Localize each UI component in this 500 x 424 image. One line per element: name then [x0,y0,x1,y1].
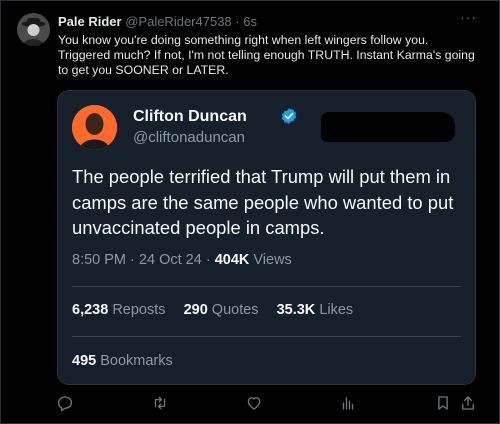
reposts-stat[interactable]: 6,238 Reposts [72,302,170,318]
bookmarks-stat[interactable]: 495 Bookmarks [72,353,173,369]
quoted-display-name[interactable]: Clifton Duncan [133,108,247,126]
share-icon[interactable] [459,394,477,412]
avatar[interactable] [17,13,50,46]
post-header: Pale Rider @PaleRider47538 · 6s [58,14,257,29]
separator-dot: · [235,14,240,29]
quoted-date[interactable]: 24 Oct 24 [139,252,202,268]
redaction-mark [321,112,455,142]
quoted-avatar[interactable] [72,105,117,150]
quotes-label: Quotes [211,302,259,318]
bookmarks-label: Bookmarks [100,353,173,369]
likes-label: Likes [319,302,354,318]
quoted-time[interactable]: 8:50 PM [72,252,126,268]
views-chart-icon[interactable] [339,394,357,412]
post-timestamp[interactable]: 6s [243,14,257,29]
user-handle[interactable]: @PaleRider47538 [125,14,231,29]
quotes-stat[interactable]: 290 Quotes [184,302,263,318]
views-count: 404K [214,252,250,268]
engagement-stats: 6,238 Reposts 290 Quotes 35.3K Likes [72,302,367,318]
separator-dot: · [130,252,135,268]
divider [72,336,461,337]
repost-icon[interactable] [151,394,169,412]
reply-icon[interactable] [56,394,74,412]
reposts-label: Reposts [112,302,166,318]
quoted-post-text: The people terrified that Trump will put… [72,166,454,238]
more-options-icon[interactable]: ··· [460,9,477,25]
bookmark-icon[interactable] [434,394,452,412]
heart-icon[interactable] [245,394,263,412]
quotes-count: 290 [183,302,208,318]
bookmarks-count: 495 [72,353,97,369]
quoted-post-meta: 8:50 PM · 24 Oct 24 · 404K Views [72,252,292,268]
quoted-post-card[interactable]: Clifton Duncan @cliftonaduncan The peopl… [57,90,476,385]
quoted-user-handle[interactable]: @cliftonaduncan [133,129,245,146]
views-label: Views [253,252,292,268]
verified-badge-icon [280,107,298,125]
divider [72,286,461,287]
reposts-count: 6,238 [72,302,109,318]
post-card[interactable]: Pale Rider @PaleRider47538 · 6s ··· You … [0,0,500,424]
display-name[interactable]: Pale Rider [58,14,122,29]
likes-stat[interactable]: 35.3K Likes [277,302,354,318]
post-text: You know you're doing something right wh… [58,33,475,77]
likes-count: 35.3K [276,302,316,318]
post-action-bar [1,394,499,414]
separator-dot: · [205,252,211,268]
